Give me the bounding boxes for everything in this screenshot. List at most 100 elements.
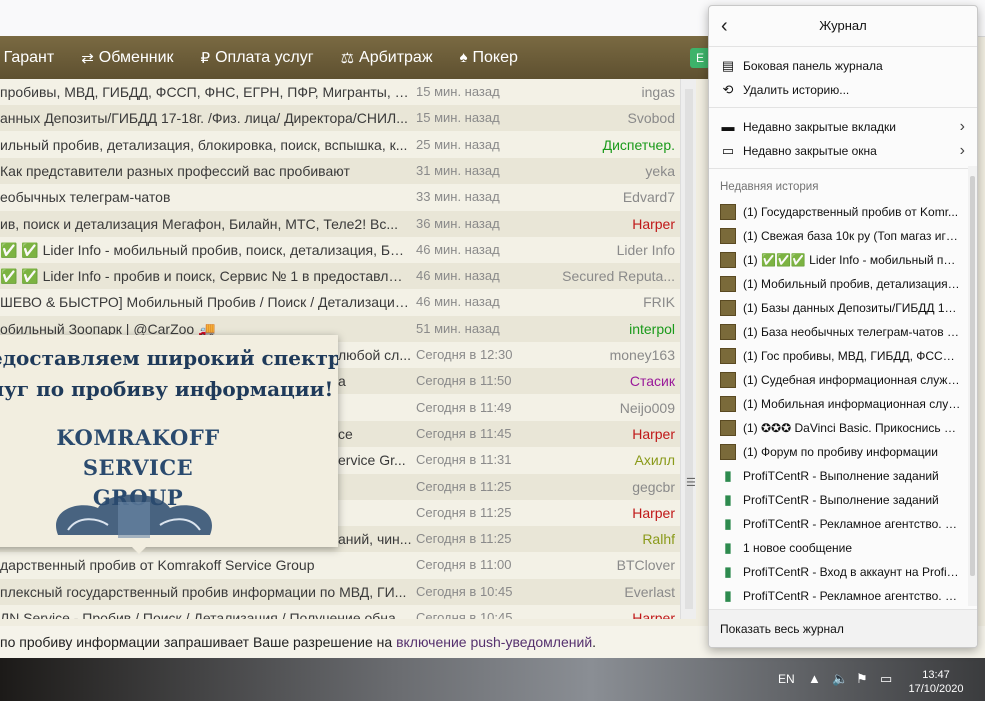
flag-icon[interactable]: ⚑ [856,671,868,687]
pane-splitter[interactable]: ☰ [686,79,706,619]
history-entry[interactable]: (1) Мобильный пробив, детализация, ... [709,272,977,296]
thread-last-poster[interactable]: Lider Info [525,237,675,263]
history-entry[interactable]: ▮ ProfiTCentR - Рекламное агентство. Э... [709,584,977,608]
thread-last-poster[interactable]: FRIK [525,289,675,315]
recently-closed-windows-item[interactable]: ▭ Недавно закрытые окна › [709,139,977,163]
history-scrollbar[interactable] [968,166,977,606]
site-favicon-icon [720,396,736,412]
history-entry[interactable]: ▮ ProfiTCentR - Выполнение заданий [709,464,977,488]
thread-list-scrollbar[interactable] [680,79,697,619]
clock-time: 13:47 [922,669,950,681]
thread-last-poster[interactable]: ingas [525,79,675,105]
history-entry[interactable]: (1) База необычных телеграм-чатов - ... [709,320,977,344]
thread-title[interactable]: дарственный пробив от Komrakoff Service … [0,552,410,578]
thread-row[interactable]: ШЕВО & БЫСТРО] Мобильный Пробив / Поиск … [0,289,680,315]
language-indicator[interactable]: EN [778,672,795,686]
nav-extra-button[interactable]: Е [690,48,710,68]
thread-title[interactable]: анных Депозиты/ГИБДД 17-18г. /Физ. лица/… [0,105,410,131]
tray-chevron-icon[interactable]: ▲ [808,671,821,686]
thread-last-poster[interactable]: Harper [525,605,675,619]
scrollbar-thumb[interactable] [685,89,693,609]
history-entry[interactable]: (1) ✅✅✅ Lider Info - мобильный про... [709,248,977,272]
volume-icon[interactable]: 🔈 [832,671,848,687]
history-entry[interactable]: (1) Форум по пробиву информации [709,440,977,464]
thread-last-poster[interactable]: Edvard7 [525,184,675,210]
history-entry-label: ProfiTCentR - Рекламное агентство. Э... [743,517,961,531]
bar-chart-icon: ▮ [724,564,732,579]
thread-row[interactable]: анных Депозиты/ГИБДД 17-18г. /Физ. лица/… [0,105,680,132]
thread-row[interactable]: ✅ ✅ Lider Info - пробив и поиск, Сервис … [0,263,680,290]
history-entry[interactable]: (1) Мобильная информационная служ... [709,392,977,416]
history-entry-label: 1 новое сообщение [743,541,853,555]
thread-row[interactable]: плексный государственный пробив информац… [0,578,680,605]
thread-last-poster[interactable]: interpol [525,316,675,342]
thread-title[interactable]: ильный пробив, детализация, блокировка, … [0,132,410,158]
history-sidebar-item[interactable]: ▤ Боковая панель журнала [709,54,977,78]
thread-title[interactable]: Как представители разных профессий вас п… [0,158,410,184]
thread-last-poster[interactable]: Harper [525,500,675,526]
nav-item-2[interactable]: ₽ Оплата услуг [201,49,314,67]
thread-last-poster[interactable]: Harper [525,421,675,447]
thread-last-poster[interactable]: gegcbr [525,474,675,500]
nav-item-0[interactable]: ✓Гарант [0,49,55,67]
thread-row[interactable]: еобычных телеграм-чатов 33 мин. назад Edva… [0,184,680,210]
history-entry[interactable]: ▮ ProfiTCentR - Рекламное агентство. Э... [709,512,977,536]
history-entry[interactable]: ▮ 1 новое сообщение [709,536,977,560]
thread-title[interactable]: плексный государственный пробив информац… [0,579,410,605]
thread-title[interactable]: ив, поиск и детализация Мегафон, Билайн,… [0,211,410,237]
thread-last-poster[interactable]: Стасик [525,368,675,394]
splitter-handle-icon[interactable]: ☰ [686,476,696,489]
history-entry[interactable]: (1) Гос пробивы, МВД, ГИБДД, ФССП, ... [709,344,977,368]
thread-last-poster[interactable]: Secured Reputa... [525,263,675,289]
history-entry[interactable]: ▮ ProfiTCentR - Вход в аккаунт на Profitc… [709,560,977,584]
thread-last-poster[interactable]: yeka [525,158,675,184]
thread-title[interactable]: ШЕВО & БЫСТРО] Мобильный Пробив / Поиск … [0,289,410,315]
clock[interactable]: 13:47 17/10/2020 [906,668,966,696]
site-favicon-icon [720,276,736,292]
history-entry[interactable]: (1) Базы данных Депозиты/ГИБДД 17-... [709,296,977,320]
show-all-history-button[interactable]: Показать весь журнал [709,609,977,647]
thread-title[interactable]: еобычных телеграм-чатов [0,184,410,210]
history-entry[interactable]: (1) Свежая база 10к ру (Топ магаз игр... [709,224,977,248]
history-entry[interactable]: ▮ ProfiTCentR - Выполнение заданий [709,488,977,512]
push-notification-link[interactable]: включение push-уведомлений [396,634,592,650]
nav-item-1[interactable]: ⇄ Обменник [81,49,173,67]
thread-title[interactable]: пробивы, МВД, ГИБДД, ФССП, ФНС, ЕГРН, ПФ… [0,79,410,105]
chevron-right-icon: › [959,142,965,159]
nav-item-label: Оплата услуг [215,48,314,66]
thread-row[interactable]: Как представители разных профессий вас п… [0,157,680,184]
thread-last-poster[interactable]: Svobod [525,105,675,131]
divider [709,168,977,169]
thread-last-poster[interactable]: Ахилл [525,447,676,473]
thread-last-poster[interactable]: Neijo009 [525,395,675,421]
thread-row[interactable]: ЛN Service - Пробив / Поиск / Детализаци… [0,605,680,619]
thread-row[interactable]: пробивы, МВД, ГИБДД, ФССП, ФНС, ЕГРН, ПФ… [0,79,680,105]
thread-title[interactable]: ✅ ✅ Lider Info - пробив и поиск, Сервис … [0,263,410,289]
nav-item-4[interactable]: ♠ Покер [460,49,518,67]
nav-item-3[interactable]: ⚖ Арбитраж [341,49,433,67]
site-favicon-icon [720,348,736,364]
history-entry[interactable]: (1) ✪✪✪ DaVinci Basic. Прикоснись к ... [709,416,977,440]
thread-row[interactable]: ильный пробив, детализация, блокировка, … [0,132,680,158]
network-icon[interactable]: ▭ [880,671,892,687]
thread-last-poster[interactable]: Диспетчер. [525,132,675,158]
thread-row[interactable]: дарственный пробив от Komrakoff Service … [0,552,680,578]
history-action-label: Удалить историю... [743,83,850,97]
clear-history-item[interactable]: ⟲ Удалить историю... [709,78,977,102]
thread-last-poster[interactable]: Ralhf [525,526,675,552]
thread-last-poster[interactable]: money163 [525,342,675,368]
ruble-icon: ₽ [200,49,211,67]
history-entry[interactable]: (1) Судебная информационная служб... [709,368,977,392]
nav-item-label: Покер [472,48,518,66]
thread-title[interactable]: ЛN Service - Пробив / Поиск / Детализаци… [0,605,410,619]
thread-last-poster[interactable]: BTClover [525,552,675,578]
history-scroll-thumb[interactable] [970,176,975,576]
history-entry[interactable]: (1) Государственный пробив от Komr... [709,200,977,224]
recently-closed-tabs-item[interactable]: ▬ Недавно закрытые вкладки › [709,115,977,139]
thread-title[interactable]: ✅ ✅ Lider Info - мобильный пробив, поиск… [0,237,410,263]
bar-chart-icon: ▮ [724,468,732,483]
thread-last-poster[interactable]: Harper [525,211,675,237]
thread-last-poster[interactable]: Everlast [525,579,675,605]
thread-row[interactable]: ив, поиск и детализация Мегафон, Билайн,… [0,210,680,237]
thread-row[interactable]: ✅ ✅ Lider Info - мобильный пробив, поиск… [0,237,680,263]
